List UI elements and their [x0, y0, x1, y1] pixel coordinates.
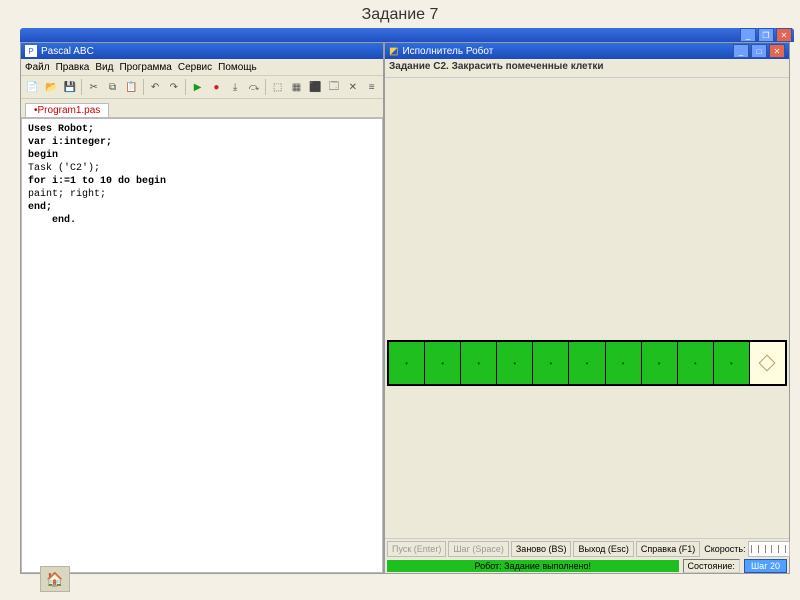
grid-cell [425, 342, 461, 384]
robot-maximize-button[interactable]: □ [751, 44, 767, 58]
ide-window: P Pascal ABC Файл Правка Вид Программа С… [20, 42, 384, 574]
grid-cell [606, 342, 642, 384]
step-icon[interactable]: ⤓ [227, 78, 244, 96]
robot-field [385, 78, 789, 538]
paste-icon[interactable]: 📋 [123, 78, 140, 96]
robot-title-text: Исполнитель Робот [402, 46, 493, 57]
tool-c-icon[interactable]: ⬛ [307, 78, 324, 96]
grid-cell [533, 342, 569, 384]
robot-titlebar: ◩ Исполнитель Робот _ □ ✕ [385, 43, 789, 59]
robot-marker-icon [759, 355, 776, 372]
separator [185, 79, 186, 95]
tool-f-icon[interactable]: ≡ [363, 78, 380, 96]
redo-icon[interactable]: ↷ [165, 78, 182, 96]
grid-cell [461, 342, 497, 384]
cut-icon[interactable]: ✂ [85, 78, 102, 96]
step-over-icon[interactable]: ⤼ [246, 78, 263, 96]
speed-slider[interactable] [748, 541, 790, 557]
step-button[interactable]: Шаг (Space) [448, 541, 509, 557]
grid-cell [678, 342, 714, 384]
app-icon: P [25, 45, 37, 57]
start-button[interactable]: Пуск (Enter) [387, 541, 446, 557]
robot-task-label: Задание C2. Закрасить помеченные клетки [385, 59, 789, 78]
run-icon[interactable]: ▶ [189, 78, 206, 96]
code-editor[interactable]: Uses Robot; var i:integer; begin Task ('… [21, 118, 383, 573]
open-file-icon[interactable]: 📂 [43, 78, 60, 96]
menu-help[interactable]: Помощь [218, 62, 257, 73]
tab-program1[interactable]: •Program1.pas [25, 103, 109, 117]
separator [81, 79, 82, 95]
stop-icon[interactable]: ● [208, 78, 225, 96]
ide-titlebar: P Pascal ABC [21, 43, 383, 59]
os-taskbar: _ ❐ ✕ [20, 28, 794, 42]
tool-e-icon[interactable]: ✕ [344, 78, 361, 96]
robot-buttons: Пуск (Enter) Шаг (Space) Заново (BS) Вых… [385, 539, 789, 559]
grid-cell [569, 342, 605, 384]
robot-minimize-button[interactable]: _ [733, 44, 749, 58]
robot-grid [387, 340, 787, 386]
taskbar-minimize-button[interactable]: _ [740, 28, 756, 42]
taskbar-close-button[interactable]: ✕ [776, 28, 792, 42]
tool-b-icon[interactable]: ▦ [288, 78, 305, 96]
separator [143, 79, 144, 95]
grid-cell [642, 342, 678, 384]
taskbar-restore-button[interactable]: ❐ [758, 28, 774, 42]
speed-label: Скорость: [704, 544, 745, 554]
robot-window: ◩ Исполнитель Робот _ □ ✕ Задание C2. За… [384, 42, 790, 574]
grid-cell [389, 342, 425, 384]
new-file-icon[interactable]: 📄 [24, 78, 41, 96]
menu-view[interactable]: Вид [95, 62, 113, 73]
grid-cell [714, 342, 750, 384]
ide-tabs: •Program1.pas [21, 99, 383, 118]
separator [265, 79, 266, 95]
help-button[interactable]: Справка (F1) [636, 541, 700, 557]
robot-app-icon: ◩ [389, 46, 398, 57]
robot-bottombar: Пуск (Enter) Шаг (Space) Заново (BS) Вых… [385, 538, 789, 573]
status-state: Состояние: [683, 559, 740, 573]
exit-button[interactable]: Выход (Esc) [573, 541, 633, 557]
status-done: Робот: Задание выполнено! [387, 560, 679, 572]
undo-icon[interactable]: ↶ [147, 78, 164, 96]
robot-close-button[interactable]: ✕ [769, 44, 785, 58]
tool-d-icon[interactable]: 🗔 [326, 78, 343, 96]
tool-a-icon[interactable]: ⬚ [269, 78, 286, 96]
menu-service[interactable]: Сервис [178, 62, 212, 73]
grid-cell-robot [750, 342, 785, 384]
grid-cell [497, 342, 533, 384]
ide-menubar: Файл Правка Вид Программа Сервис Помощь [21, 59, 383, 76]
menu-edit[interactable]: Правка [56, 62, 90, 73]
save-icon[interactable]: 💾 [62, 78, 79, 96]
restart-button[interactable]: Заново (BS) [511, 541, 572, 557]
robot-statusbar: Робот: Задание выполнено! Состояние: Шаг… [385, 559, 789, 573]
copy-icon[interactable]: ⧉ [104, 78, 121, 96]
status-step: Шаг 20 [744, 559, 787, 573]
menu-file[interactable]: Файл [25, 62, 50, 73]
menu-program[interactable]: Программа [119, 62, 171, 73]
home-button[interactable]: 🏠 [40, 566, 70, 592]
ide-toolbar: 📄 📂 💾 ✂ ⧉ 📋 ↶ ↷ ▶ ● ⤓ ⤼ ⬚ ▦ ⬛ 🗔 ✕ ≡ [21, 76, 383, 99]
ide-title-text: Pascal ABC [41, 46, 94, 57]
page-heading: Задание 7 [0, 6, 800, 24]
